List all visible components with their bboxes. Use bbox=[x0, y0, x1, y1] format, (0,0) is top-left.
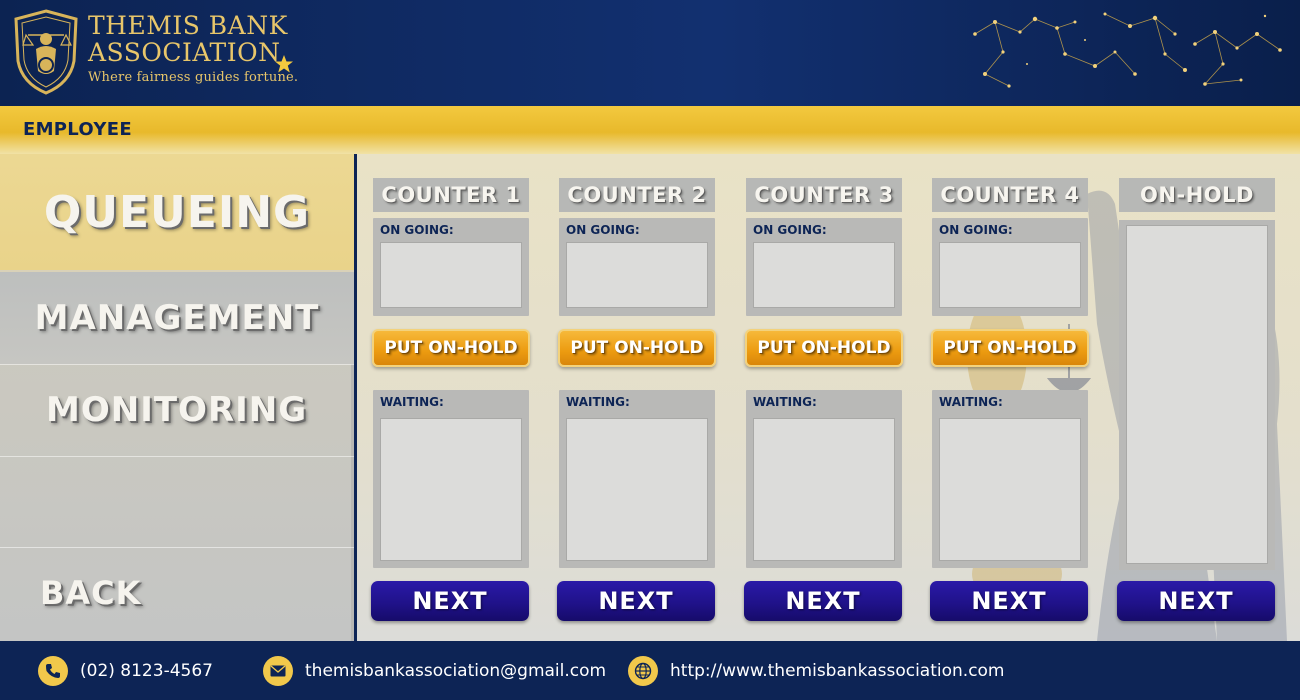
constellation-decor bbox=[973, 12, 1282, 88]
header: THEMIS BANK ASSOCIATION Where fairness g… bbox=[0, 0, 1300, 106]
counter-3-next-button[interactable]: NEXT bbox=[744, 581, 902, 621]
counter-4-next-button[interactable]: NEXT bbox=[930, 581, 1088, 621]
sidebar-item-management[interactable]: MANAGEMENT bbox=[0, 272, 354, 364]
waiting-label: WAITING: bbox=[753, 395, 817, 409]
star-icon bbox=[275, 55, 293, 73]
ongoing-label: ON GOING: bbox=[566, 223, 640, 237]
brand: THEMIS BANK ASSOCIATION Where fairness g… bbox=[88, 12, 298, 85]
counter-2-ongoing-panel: ON GOING: bbox=[559, 218, 715, 316]
counter-3-waiting-panel: WAITING: bbox=[746, 390, 902, 568]
divider bbox=[0, 456, 354, 457]
counter-3-waiting-box bbox=[753, 418, 895, 561]
onhold-panel bbox=[1119, 220, 1275, 570]
website-url[interactable]: http://www.themisbankassociation.com bbox=[670, 661, 1005, 681]
counter-1-next-button[interactable]: NEXT bbox=[371, 581, 529, 621]
sidebar: QUEUEING MANAGEMENT MONITORING BACK bbox=[0, 154, 354, 641]
counter-4-waiting-box bbox=[939, 418, 1081, 561]
ongoing-label: ON GOING: bbox=[939, 223, 1013, 237]
brand-name-line2: ASSOCIATION bbox=[88, 38, 281, 67]
phone-icon bbox=[38, 656, 68, 686]
footer-website: http://www.themisbankassociation.com bbox=[628, 656, 1005, 686]
counter-4-put-on-hold-button[interactable]: PUT ON-HOLD bbox=[931, 329, 1089, 367]
counter-1-waiting-panel: WAITING: bbox=[373, 390, 529, 568]
counter-1-put-on-hold-button[interactable]: PUT ON-HOLD bbox=[372, 329, 530, 367]
counter-1-ongoing-panel: ON GOING: bbox=[373, 218, 529, 316]
counter-3-title: COUNTER 3 bbox=[746, 178, 902, 212]
mail-icon bbox=[263, 656, 293, 686]
counter-2-put-on-hold-button[interactable]: PUT ON-HOLD bbox=[558, 329, 716, 367]
counter-1-title: COUNTER 1 bbox=[373, 178, 529, 212]
onhold-title: ON-HOLD bbox=[1119, 178, 1275, 212]
role-bar: EMPLOYEE bbox=[0, 106, 1300, 154]
counter-3-put-on-hold-button[interactable]: PUT ON-HOLD bbox=[745, 329, 903, 367]
waiting-label: WAITING: bbox=[380, 395, 444, 409]
counter-1-waiting-box bbox=[380, 418, 522, 561]
sidebar-item-queueing[interactable]: QUEUEING bbox=[0, 154, 354, 272]
counter-2-waiting-box bbox=[566, 418, 708, 561]
shield-logo-icon bbox=[14, 9, 78, 95]
counter-3-ongoing-box bbox=[753, 242, 895, 308]
counter-4-ongoing-box bbox=[939, 242, 1081, 308]
footer-email: themisbankassociation@gmail.com bbox=[263, 656, 606, 686]
globe-icon bbox=[628, 656, 658, 686]
counter-1-ongoing-box bbox=[380, 242, 522, 308]
ongoing-label: ON GOING: bbox=[753, 223, 827, 237]
queue-board: COUNTER 1 COUNTER 2 COUNTER 3 COUNTER 4 … bbox=[357, 154, 1300, 641]
phone-number: (02) 8123-4567 bbox=[80, 661, 213, 681]
footer-phone: (02) 8123-4567 bbox=[38, 656, 213, 686]
footer: (02) 8123-4567 themisbankassociation@gma… bbox=[0, 641, 1300, 700]
brand-name-line1: THEMIS BANK bbox=[88, 11, 288, 40]
onhold-box bbox=[1126, 225, 1268, 564]
counter-3-ongoing-panel: ON GOING: bbox=[746, 218, 902, 316]
counter-4-waiting-panel: WAITING: bbox=[932, 390, 1088, 568]
counter-4-ongoing-panel: ON GOING: bbox=[932, 218, 1088, 316]
ongoing-label: ON GOING: bbox=[380, 223, 454, 237]
email-address[interactable]: themisbankassociation@gmail.com bbox=[305, 661, 606, 681]
divider bbox=[0, 547, 354, 548]
onhold-next-button[interactable]: NEXT bbox=[1117, 581, 1275, 621]
back-button[interactable]: BACK bbox=[40, 574, 141, 612]
counter-2-title: COUNTER 2 bbox=[559, 178, 715, 212]
brand-tagline: Where fairness guides fortune. bbox=[88, 70, 299, 85]
counter-2-ongoing-box bbox=[566, 242, 708, 308]
sidebar-item-monitoring[interactable]: MONITORING bbox=[0, 364, 354, 456]
counter-4-title: COUNTER 4 bbox=[932, 178, 1088, 212]
counter-2-next-button[interactable]: NEXT bbox=[557, 581, 715, 621]
counter-2-waiting-panel: WAITING: bbox=[559, 390, 715, 568]
waiting-label: WAITING: bbox=[939, 395, 1003, 409]
role-label: EMPLOYEE bbox=[23, 119, 132, 140]
waiting-label: WAITING: bbox=[566, 395, 630, 409]
